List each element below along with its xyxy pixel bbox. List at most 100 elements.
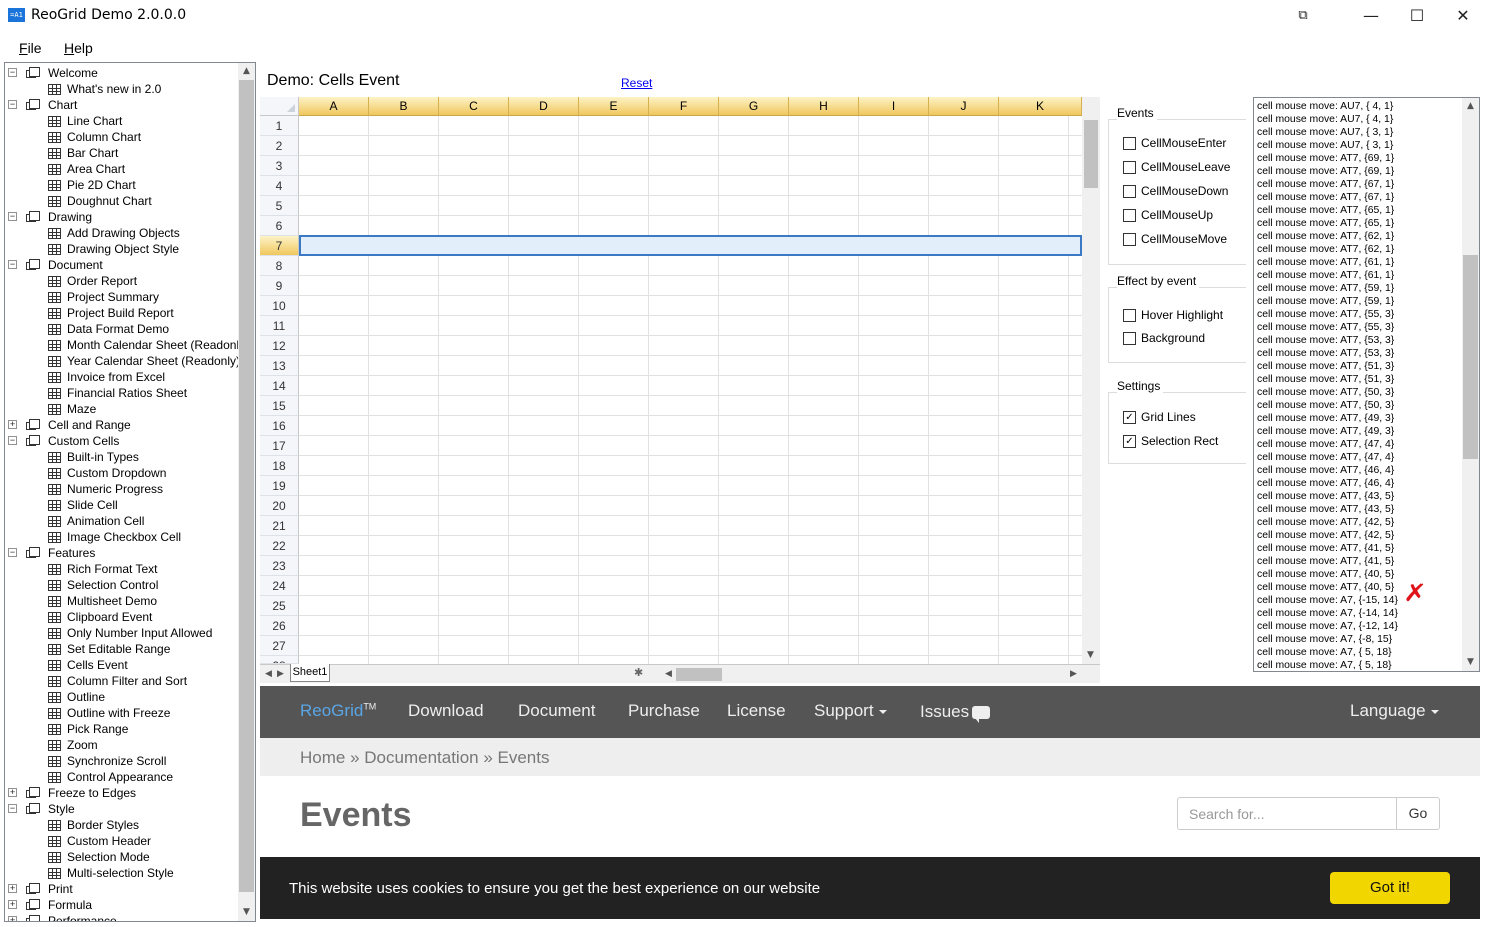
row-header[interactable]: 8 — [260, 256, 299, 276]
tree-item[interactable]: Project Summary — [5, 289, 235, 305]
tree-item[interactable]: What's new in 2.0 — [5, 81, 235, 97]
restore-tab-button[interactable]: ⧉ — [1280, 0, 1326, 30]
column-header[interactable]: D — [509, 97, 579, 116]
event-log[interactable]: cell mouse move: AU7, { 4, 1} cell mouse … — [1253, 97, 1480, 672]
row-header[interactable]: 5 — [260, 196, 299, 216]
select-all-corner[interactable] — [260, 97, 299, 116]
tree-item[interactable]: Multisheet Demo — [5, 593, 235, 609]
tree-item[interactable]: − Style — [5, 801, 235, 817]
tree-item[interactable]: − Features — [5, 545, 235, 561]
checkbox-checked-icon[interactable]: ✓ — [1123, 435, 1136, 449]
row-header[interactable]: 17 — [260, 436, 299, 456]
tree-item[interactable]: Bar Chart — [5, 145, 235, 161]
tree-item[interactable]: − Custom Cells — [5, 433, 235, 449]
tree-item[interactable]: Outline with Freeze — [5, 705, 235, 721]
scroll-up-arrow-icon[interactable]: ▲ — [238, 63, 255, 80]
tree-item[interactable]: Data Format Demo — [5, 321, 235, 337]
tree-item[interactable]: Add Drawing Objects — [5, 225, 235, 241]
checkbox-unchecked-icon[interactable] — [1123, 137, 1136, 151]
row-header[interactable]: 13 — [260, 356, 299, 376]
column-header[interactable]: H — [789, 97, 859, 116]
checkbox-unchecked-icon[interactable] — [1123, 332, 1136, 346]
log-scroll-down-icon[interactable]: ▼ — [1462, 654, 1479, 671]
tree-item[interactable]: Year Calendar Sheet (Readonly) — [5, 353, 240, 369]
checkbox-selection-rect[interactable]: ✓ Selection Rect — [1123, 434, 1218, 449]
sheet-vertical-scrollbar[interactable]: ▼ — [1082, 97, 1100, 664]
column-header[interactable]: F — [649, 97, 719, 116]
tree-item[interactable]: Rich Format Text — [5, 561, 235, 577]
expand-icon[interactable]: + — [8, 884, 17, 893]
column-header[interactable]: I — [859, 97, 929, 116]
row-header[interactable]: 27 — [260, 636, 299, 656]
tree-item[interactable]: Project Build Report — [5, 305, 235, 321]
sheet-vscroll-thumb[interactable] — [1084, 120, 1098, 188]
tree-item[interactable]: Column Filter and Sort — [5, 673, 235, 689]
row-header[interactable]: 14 — [260, 376, 299, 396]
tree-item[interactable]: Animation Cell — [5, 513, 235, 529]
tree-item[interactable]: Selection Mode — [5, 849, 235, 865]
tree-item[interactable]: Custom Header — [5, 833, 235, 849]
tree-item[interactable]: Column Chart — [5, 129, 235, 145]
minimize-button[interactable]: — — [1348, 0, 1394, 30]
column-header[interactable]: G — [719, 97, 789, 116]
tree-item[interactable]: Cells Event — [5, 657, 235, 673]
tree-item[interactable]: Order Report — [5, 273, 235, 289]
checkbox-cellmousemove[interactable]: CellMouseMove — [1123, 232, 1227, 247]
nav-license[interactable]: License — [727, 701, 786, 721]
reset-link[interactable]: Reset — [621, 76, 652, 90]
checkbox-checked-icon[interactable]: ✓ — [1123, 411, 1136, 425]
tree-item[interactable]: Built-in Types — [5, 449, 235, 465]
row-header[interactable]: 10 — [260, 296, 299, 316]
menu-help[interactable]: Help — [64, 40, 93, 56]
row-header[interactable]: 28 — [260, 656, 299, 664]
log-scroll-thumb[interactable] — [1463, 255, 1478, 459]
tree-item[interactable]: Zoom — [5, 737, 235, 753]
nav-download[interactable]: Download — [408, 701, 484, 721]
checkbox-grid-lines[interactable]: ✓ Grid Lines — [1123, 410, 1196, 425]
tree-item[interactable]: Multi-selection Style — [5, 865, 235, 881]
nav-purchase[interactable]: Purchase — [628, 701, 700, 721]
expand-icon[interactable]: + — [8, 420, 17, 429]
scroll-down-arrow-icon[interactable]: ▼ — [238, 904, 255, 921]
tree-item[interactable]: + Performance — [5, 913, 235, 921]
close-button[interactable]: ✕ — [1440, 0, 1486, 30]
checkbox-cellmouseup[interactable]: CellMouseUp — [1123, 208, 1213, 223]
tree-item[interactable]: Maze — [5, 401, 235, 417]
spreadsheet[interactable]: ABCDEFGHIJK 1 2 3 4 5 6 7 8 9 10 11 12 13 14 15 16 17 18 1… — [260, 97, 1100, 683]
checkbox-unchecked-icon[interactable] — [1123, 309, 1136, 323]
nav-brand[interactable]: ReoGridTM — [300, 701, 376, 721]
collapse-icon[interactable]: − — [8, 260, 17, 269]
collapse-icon[interactable]: − — [8, 436, 17, 445]
tree-item[interactable]: Drawing Object Style — [5, 241, 235, 257]
tree-item[interactable]: + Print — [5, 881, 235, 897]
tree-item[interactable]: Financial Ratios Sheet — [5, 385, 235, 401]
collapse-icon[interactable]: − — [8, 68, 17, 77]
collapse-icon[interactable]: − — [8, 548, 17, 557]
search-go-button[interactable]: Go — [1396, 797, 1440, 830]
row-header[interactable]: 21 — [260, 516, 299, 536]
nav-issues[interactable]: Issues — [920, 702, 991, 724]
row-header[interactable]: 23 — [260, 556, 299, 576]
collapse-icon[interactable]: − — [8, 100, 17, 109]
hscroll-right-icon[interactable]: ▶ — [1065, 665, 1082, 683]
checkbox-unchecked-icon[interactable] — [1123, 209, 1136, 223]
collapse-icon[interactable]: − — [8, 804, 17, 813]
row-header[interactable]: 3 — [260, 156, 299, 176]
row-header[interactable]: 19 — [260, 476, 299, 496]
tree-item[interactable]: Slide Cell — [5, 497, 235, 513]
tab-scroll-right-icon[interactable]: ▶ — [272, 665, 289, 683]
row-header[interactable]: 6 — [260, 216, 299, 236]
log-scrollbar[interactable]: ▲ ▼ — [1462, 98, 1479, 671]
row-header[interactable]: 24 — [260, 576, 299, 596]
hscroll-thumb[interactable] — [676, 668, 722, 681]
menu-file[interactable]: File — [19, 40, 42, 56]
row-header[interactable]: 15 — [260, 396, 299, 416]
row-header[interactable]: 18 — [260, 456, 299, 476]
tree-item[interactable]: − Welcome — [5, 65, 235, 81]
expand-icon[interactable]: + — [8, 916, 17, 921]
nav-language[interactable]: Language — [1350, 701, 1439, 721]
row-header[interactable]: 1 — [260, 116, 299, 136]
row-header[interactable]: 16 — [260, 416, 299, 436]
column-header[interactable]: B — [369, 97, 439, 116]
tree-item[interactable]: − Document — [5, 257, 235, 273]
